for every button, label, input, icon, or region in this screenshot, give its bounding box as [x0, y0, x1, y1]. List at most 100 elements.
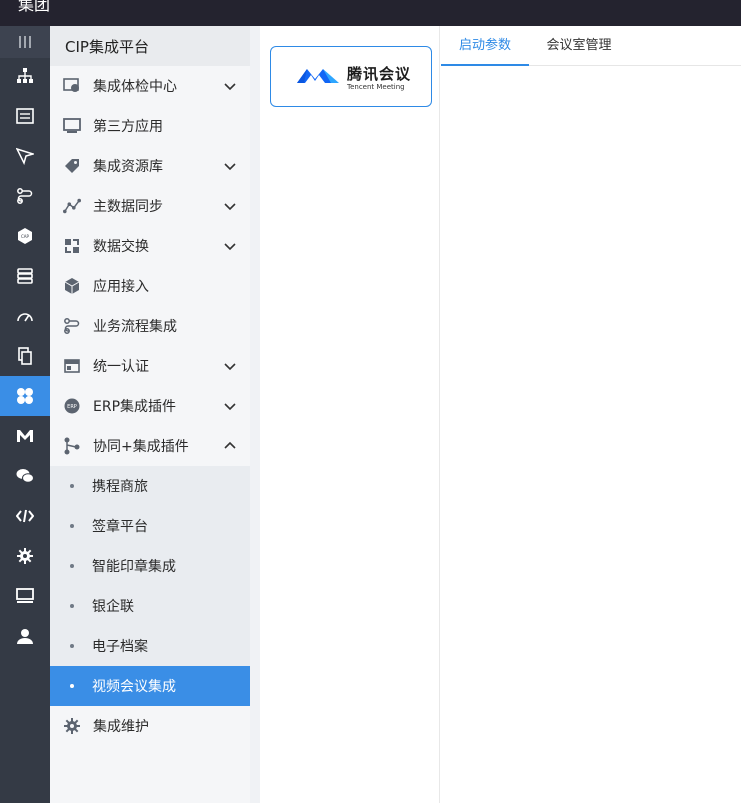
nav-user[interactable] — [0, 616, 50, 656]
share-icon — [63, 437, 81, 455]
sidebar-item-unified-auth[interactable]: 统一认证 — [50, 346, 250, 386]
nav-m-app[interactable] — [0, 416, 50, 456]
sidebar-item-label: 数据交换 — [93, 239, 149, 255]
nav-flow[interactable] — [0, 176, 50, 216]
sidebar-item-erp-plugin[interactable]: ERP ERP集成插件 — [50, 386, 250, 426]
list-card-icon — [16, 108, 34, 124]
gear-icon — [17, 548, 33, 564]
menu-toggle-button[interactable] — [0, 26, 50, 58]
chevron-up-icon[interactable] — [223, 439, 237, 453]
bullet-icon — [70, 564, 74, 568]
chevron-down-icon[interactable] — [223, 399, 237, 413]
divider — [250, 26, 260, 803]
chevron-down-icon[interactable] — [223, 159, 237, 173]
sidebar-item-third-party-apps[interactable]: 第三方应用 — [50, 106, 250, 146]
bullet-icon — [70, 604, 74, 608]
monitor-icon — [63, 117, 81, 135]
exchange-icon — [63, 237, 81, 255]
wechat-icon — [16, 469, 34, 483]
nav-send[interactable] — [0, 136, 50, 176]
sidebar-item-resource-library[interactable]: 集成资源库 — [50, 146, 250, 186]
gear-icon — [63, 717, 81, 735]
stack-icon — [17, 268, 33, 284]
nav-speedometer[interactable] — [0, 296, 50, 336]
bullet-icon — [70, 644, 74, 648]
chevron-down-icon[interactable] — [223, 79, 237, 93]
cube-icon — [63, 277, 81, 295]
sidebar-item-label: 应用接入 — [93, 279, 149, 295]
menu-lines-icon — [19, 36, 31, 48]
nav-monitor[interactable] — [0, 576, 50, 616]
nav-cap[interactable]: CAP — [0, 216, 50, 256]
chevron-down-icon[interactable] — [223, 239, 237, 253]
tab-startup-params[interactable]: 启动参数 — [441, 26, 529, 66]
line-chart-icon — [63, 197, 81, 215]
app-card-tencent-meeting[interactable]: 腾讯会议 Tencent Meeting — [270, 46, 432, 107]
sidebar-item-label: 集成体检中心 — [93, 79, 177, 95]
monitor-icon — [16, 588, 34, 603]
sidebar-item-label: 业务流程集成 — [93, 319, 177, 335]
sidebar-item-master-data-sync[interactable]: 主数据同步 — [50, 186, 250, 226]
chevron-down-icon[interactable] — [223, 359, 237, 373]
send-icon — [16, 147, 34, 165]
nav-documents[interactable] — [0, 336, 50, 376]
clover-icon — [17, 388, 33, 404]
user-icon — [17, 629, 33, 644]
nav-list-card[interactable] — [0, 96, 50, 136]
submenu-item-label: 携程商旅 — [92, 479, 148, 495]
sidebar-item-label: 集成资源库 — [93, 159, 163, 175]
sidebar-item-collab-plugin[interactable]: 协同+集成插件 — [50, 426, 250, 466]
nav-wechat[interactable] — [0, 456, 50, 496]
top-bar: 集团 — [0, 0, 741, 26]
submenu-item-ctrip[interactable]: 携程商旅 — [50, 466, 250, 506]
submenu-item-video-meeting[interactable]: 视频会议集成 — [50, 666, 250, 706]
sidebar-item-data-exchange[interactable]: 数据交换 — [50, 226, 250, 266]
bullet-icon — [70, 524, 74, 528]
submenu-item-bank-link[interactable]: 银企联 — [50, 586, 250, 626]
submenu-item-label: 签章平台 — [92, 519, 148, 535]
nav-org-chart[interactable] — [0, 56, 50, 96]
sidebar-item-label: 协同+集成插件 — [93, 439, 189, 455]
submenu-item-e-archive[interactable]: 电子档案 — [50, 626, 250, 666]
app-name-cn: 腾讯会议 — [347, 65, 412, 83]
submenu-item-label: 智能印章集成 — [92, 559, 176, 575]
m-logo-icon — [17, 430, 33, 442]
code-icon — [16, 509, 34, 523]
tab-bar: 启动参数 会议室管理 — [441, 26, 741, 66]
window-title: 集团 — [18, 0, 51, 14]
nav-code[interactable] — [0, 496, 50, 536]
submenu-item-label: 银企联 — [92, 599, 134, 615]
documents-icon — [18, 347, 32, 365]
erp-icon: ERP — [63, 397, 81, 415]
icon-nav-bar: CAP — [0, 26, 50, 803]
cap-hexagon-icon: CAP — [18, 228, 32, 244]
sidebar-title: CIP集成平台 — [65, 38, 149, 56]
chevron-down-icon[interactable] — [223, 199, 237, 213]
nav-stack[interactable] — [0, 256, 50, 296]
sidebar-item-maintenance[interactable]: 集成维护 — [50, 706, 250, 746]
svg-text:CAP: CAP — [21, 234, 30, 239]
app-list-panel: 腾讯会议 Tencent Meeting — [260, 26, 440, 803]
sidebar-item-business-flow[interactable]: 业务流程集成 — [50, 306, 250, 346]
sidebar: CIP集成平台 集成体检中心 第三方应用 集成资源库 主数据同步 数据交换 应用… — [50, 26, 250, 803]
sidebar-item-label: 集成维护 — [93, 719, 149, 735]
nav-integration[interactable] — [0, 376, 50, 416]
flow-icon — [17, 188, 33, 204]
sidebar-item-app-access[interactable]: 应用接入 — [50, 266, 250, 306]
org-chart-icon — [17, 68, 33, 83]
sidebar-item-label: 主数据同步 — [93, 199, 163, 215]
submenu-item-smart-seal[interactable]: 智能印章集成 — [50, 546, 250, 586]
svg-text:ERP: ERP — [67, 404, 77, 410]
speedometer-icon — [17, 313, 33, 322]
sidebar-item-label: 统一认证 — [93, 359, 149, 375]
submenu-item-label: 电子档案 — [92, 639, 148, 655]
sidebar-item-health-check[interactable]: 集成体检中心 — [50, 66, 250, 106]
tab-meeting-room-management[interactable]: 会议室管理 — [537, 26, 621, 65]
sidebar-header: CIP集成平台 — [50, 26, 250, 66]
bullet-icon — [70, 484, 74, 488]
health-check-icon — [63, 77, 81, 95]
tencent-meeting-logo-icon — [297, 69, 339, 83]
bullet-icon — [70, 684, 74, 688]
nav-settings[interactable] — [0, 536, 50, 576]
submenu-item-signature[interactable]: 签章平台 — [50, 506, 250, 546]
